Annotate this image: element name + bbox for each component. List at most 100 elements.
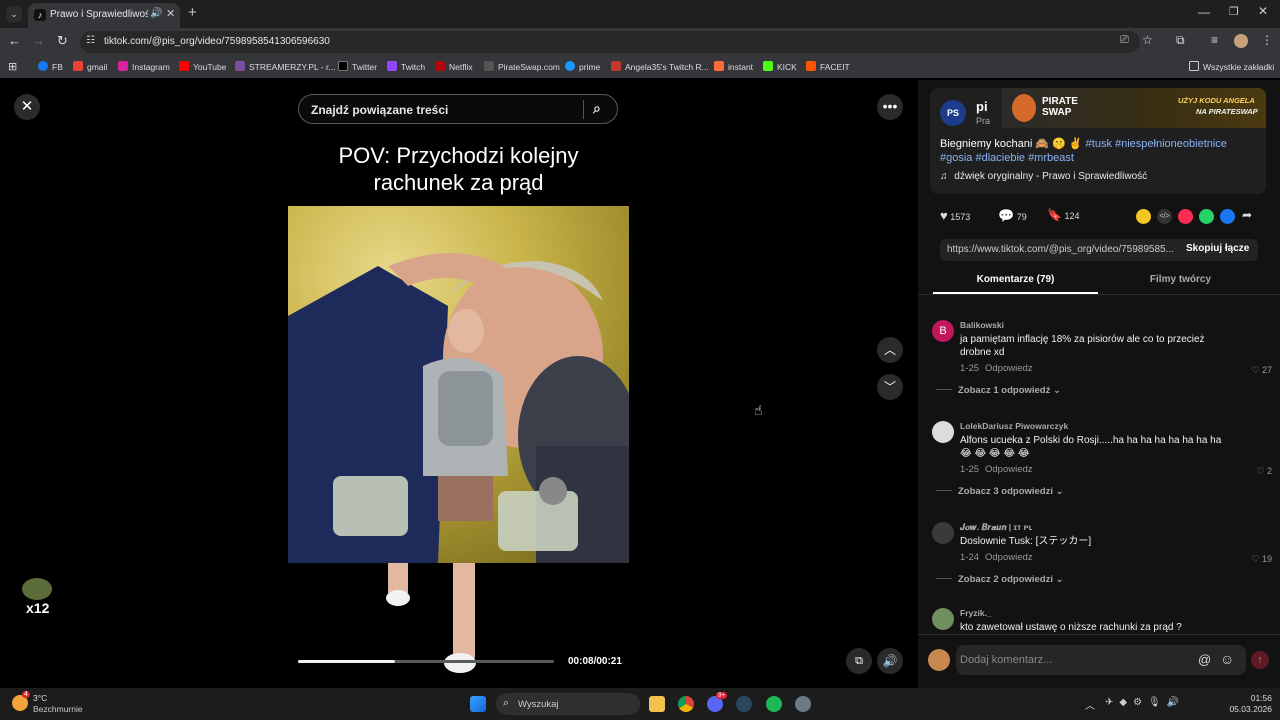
bookmark-netflix[interactable]: Netflix (435, 60, 473, 74)
tab-close-icon[interactable]: ✕ (166, 7, 175, 20)
commenter-avatar[interactable] (932, 608, 954, 630)
view-replies[interactable]: Zobacz 2 odpowiedzi ⌄ (936, 574, 1064, 585)
commenter-avatar[interactable] (932, 421, 954, 443)
chrome-icon[interactable] (678, 696, 694, 712)
pirateswap-ad-banner[interactable]: PIRATE SWAP UŻYJ KODU ANGELA NA PIRATESW… (1002, 88, 1266, 128)
restore-icon[interactable]: ❐ (1229, 5, 1239, 18)
all-bookmarks[interactable]: Wszystkie zakładki (1189, 60, 1274, 74)
bookmark-label: gmail (87, 62, 108, 72)
browser-menu-icon[interactable]: ⋮ (1261, 33, 1273, 47)
file-explorer-icon[interactable] (649, 696, 665, 712)
post-comment-button[interactable]: ↑ (1251, 651, 1269, 669)
whatsapp-icon[interactable] (1199, 209, 1214, 224)
clock[interactable]: 01:56 05.03.2026 (1228, 693, 1272, 715)
reload-icon[interactable]: ↻ (57, 33, 68, 49)
hashtags-line2[interactable]: #gosia #dlaciebie #mrbeast (940, 152, 1074, 164)
facebook-share-icon[interactable] (1220, 209, 1235, 224)
add-comment-input[interactable]: Dodaj komentarz... @ ☺ (956, 645, 1246, 675)
previous-video-icon[interactable]: ︿ (877, 337, 903, 363)
bookmark-instant[interactable]: instant (714, 60, 753, 74)
related-search-input[interactable]: Znajdź powiązane treści ⌕ (298, 94, 618, 124)
reply-button[interactable]: Odpowiedz (985, 552, 1033, 563)
bookmark-gmail[interactable]: gmail (73, 60, 107, 74)
reply-button[interactable]: Odpowiedz (985, 363, 1033, 374)
share-arrow-icon[interactable]: ➦ (1242, 208, 1252, 222)
tab-creator-videos[interactable]: Filmy twórcy (1098, 274, 1263, 294)
minimize-icon[interactable]: — (1198, 5, 1210, 19)
send-icon[interactable] (1178, 209, 1193, 224)
progress-track[interactable] (298, 660, 554, 663)
miniplayer-icon[interactable]: ⧉ (846, 648, 872, 674)
commenter-avatar[interactable] (932, 522, 954, 544)
taskbar-search[interactable]: ⌕ Wyszukaj (496, 693, 640, 715)
tab-comments[interactable]: Komentarze (79) (933, 274, 1098, 294)
window-close-icon[interactable]: ✕ (1258, 4, 1268, 18)
bookmarks-bar: ⊞ FB gmail Instagram YouTube STREAMERZY.… (0, 56, 1280, 78)
bookmark-instagram[interactable]: Instagram (118, 60, 170, 74)
author-name[interactable]: pi (976, 99, 988, 114)
volume-icon[interactable]: 🔊 (877, 648, 903, 674)
new-tab-icon[interactable]: + (188, 4, 197, 22)
embed-icon[interactable]: </> (1157, 209, 1172, 224)
forward-icon[interactable]: → (32, 33, 45, 48)
twitch-icon (387, 61, 397, 71)
comment-username[interactable]: 𝑱𝒐𝒘. 𝑩𝒓𝒂𝒖𝒏 | ɪᴛ ᴘʟ (960, 522, 1033, 533)
link-text[interactable]: https://www.tiktok.com/@pis_org/video/75… (947, 244, 1182, 255)
video-player[interactable]: Znajdź powiązane treści ⌕ POV: Przychodz… (288, 80, 629, 688)
audio-playing-icon[interactable]: 🔊 (150, 8, 162, 19)
address-bar[interactable]: ☷ tiktok.com/@pis_org/video/759895854130… (80, 31, 1140, 53)
bookmark-faceit[interactable]: FACEIT (806, 60, 850, 74)
hashtags-line1[interactable]: #tusk #niespełnioneobietnice (1086, 138, 1227, 150)
cast-icon[interactable]: ⎚ (1120, 34, 1129, 47)
apps-icon[interactable]: ⊞ (8, 60, 17, 74)
bookmark-fb[interactable]: FB (38, 60, 63, 74)
browser-tab-active[interactable]: ♪ Prawo i Sprawiedliwość (@... 🔊 ✕ (28, 3, 180, 28)
mention-icon[interactable]: @ (1198, 652, 1211, 667)
like-button[interactable]: ♥ 1573 (940, 208, 970, 223)
comment-like[interactable]: ♡ 27 (1251, 365, 1272, 376)
view-replies[interactable]: Zobacz 3 odpowiedzi ⌄ (936, 486, 1064, 497)
weather-widget[interactable]: 4 3°C Bezchmurnie (12, 691, 102, 716)
tab-list-button[interactable]: ⌄ (6, 6, 22, 22)
comment-username[interactable]: Fryzik._ (960, 608, 992, 618)
close-icon[interactable]: ✕ (14, 94, 40, 120)
start-icon[interactable] (470, 696, 486, 712)
chevron-down-icon: ⌄ (1055, 574, 1064, 585)
more-options-icon[interactable]: ••• (877, 94, 903, 120)
back-icon[interactable]: ← (8, 33, 21, 48)
tray-overflow-icon[interactable]: ︿ (1085, 697, 1095, 712)
bookmark-prime[interactable]: prime (565, 60, 600, 74)
tray-app-icons[interactable]: ✈◆⚙🎙🔊 (1105, 697, 1185, 708)
comment-username[interactable]: LolekDariusz Piwowarczyk (960, 421, 1068, 431)
commenter-avatar[interactable]: B (932, 320, 954, 342)
bookmark-kick[interactable]: KICK (763, 60, 797, 74)
bookmark-youtube[interactable]: YouTube (179, 60, 226, 74)
spotify-icon[interactable] (766, 696, 782, 712)
site-settings-icon[interactable]: ☷ (86, 35, 95, 46)
comment-like[interactable]: ♡ 2 (1256, 466, 1272, 477)
bookmark-twitter[interactable]: Twitter (338, 60, 377, 74)
comment-like[interactable]: ♡ 19 (1251, 554, 1272, 565)
media-controls-icon[interactable]: ≡ (1211, 33, 1218, 47)
comment-button[interactable]: 💬 79 (998, 208, 1027, 224)
view-replies[interactable]: Zobacz 1 odpowiedź ⌄ (936, 385, 1061, 396)
emoji-icon[interactable]: ☺ (1220, 651, 1234, 667)
profile-avatar[interactable] (1234, 34, 1248, 48)
bookmark-angela[interactable]: Angela35's Twitch R... (611, 60, 709, 74)
reply-button[interactable]: Odpowiedz (985, 464, 1033, 475)
bookmark-streamerzy[interactable]: STREAMERZY.PL - r... (235, 60, 335, 74)
sound-row[interactable]: ♫ dźwięk oryginalny - Prawo i Sprawiedli… (940, 171, 1147, 182)
save-button[interactable]: 🔖 124 (1047, 208, 1080, 222)
repost-icon[interactable] (1136, 209, 1151, 224)
comment-username[interactable]: Balikowski (960, 320, 1004, 330)
steam-icon[interactable] (736, 696, 752, 712)
search-icon[interactable]: ⌕ (593, 100, 601, 117)
copy-link-button[interactable]: Skopiuj łącze (1186, 243, 1249, 254)
extensions-icon[interactable]: ⧉ (1176, 33, 1185, 48)
author-avatar[interactable]: PS (940, 100, 966, 126)
next-video-icon[interactable]: ﹀ (877, 374, 903, 400)
bookmark-twitch[interactable]: Twitch (387, 60, 425, 74)
bookmark-pirateswap[interactable]: PirateSwap.com (484, 60, 560, 74)
settings-icon[interactable] (795, 696, 811, 712)
bookmark-star-icon[interactable]: ☆ (1142, 33, 1153, 47)
